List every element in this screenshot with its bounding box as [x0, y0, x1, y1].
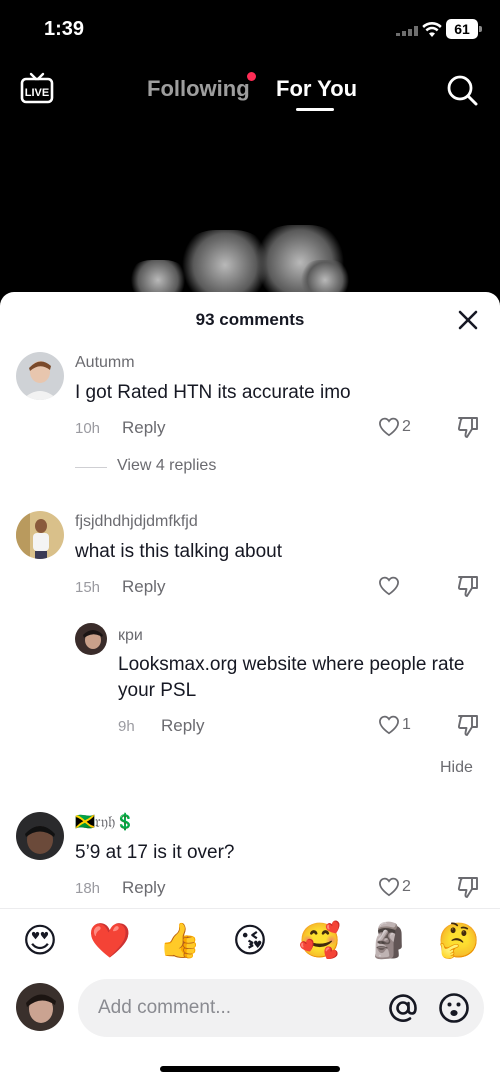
heart-icon [379, 715, 399, 735]
like-button[interactable]: 1 [378, 715, 418, 737]
comment-input[interactable] [98, 979, 388, 1037]
comment-text: Looksmax.org website where people rate y… [118, 654, 465, 701]
comment-time: 9h [118, 718, 135, 735]
comment-text: 5’9 at 17 is it over? [75, 842, 235, 863]
view-replies-label: View 4 replies [117, 457, 217, 474]
like-button[interactable]: 2 [378, 877, 418, 899]
reply-button[interactable]: Reply [122, 577, 165, 597]
comment-text: I got Rated HTN its accurate imo [75, 382, 351, 403]
comment-username[interactable]: Autumm [75, 354, 135, 372]
comment-username[interactable]: fjsjdhdhjdjdmfkfjd [75, 513, 198, 531]
avatar[interactable] [16, 812, 64, 860]
like-count: 1 [402, 716, 411, 733]
emoji-thinking[interactable]: 🤔 [437, 921, 481, 961]
dislike-icon[interactable] [456, 415, 480, 439]
live-label: LIVE [25, 87, 49, 99]
like-button[interactable]: 2 [378, 417, 418, 439]
avatar[interactable] [16, 511, 64, 559]
emoji-picker-icon[interactable] [438, 992, 470, 1024]
like-count: 2 [402, 418, 411, 435]
wifi-icon [422, 22, 442, 37]
live-tv-icon[interactable]: LIVE [20, 72, 54, 104]
dislike-icon[interactable] [456, 875, 480, 899]
battery-icon: 61 [446, 19, 482, 39]
reply-button[interactable]: Reply [122, 878, 165, 898]
emoji-thumbs-up[interactable]: 👍 [158, 921, 202, 961]
reply-button[interactable]: Reply [122, 418, 165, 438]
comment-input-container [78, 979, 484, 1037]
comment-username[interactable]: кри [118, 627, 143, 645]
cellular-signal-icon [396, 26, 418, 36]
active-tab-indicator [296, 108, 334, 111]
reply-button[interactable]: Reply [161, 716, 204, 736]
emoji-red-heart[interactable]: ❤️ [88, 921, 132, 961]
emoji-quick-bar: 😍 ❤️ 👍 😘 🥰 🗿 🤔 [0, 908, 500, 974]
comment-time: 10h [75, 420, 101, 437]
heart-icon [379, 417, 399, 437]
like-count: 2 [402, 878, 411, 895]
view-replies-button[interactable]: View 4 replies [75, 457, 275, 479]
avatar[interactable] [75, 623, 107, 655]
top-nav: LIVE Following For You [0, 60, 500, 120]
notification-dot [247, 72, 256, 81]
emoji-moai[interactable]: 🗿 [367, 921, 411, 961]
emoji-heart-eyes[interactable]: 😍 [18, 921, 62, 961]
tab-for-you[interactable]: For You [276, 76, 357, 102]
avatar[interactable] [16, 352, 64, 400]
status-time: 1:39 [44, 18, 85, 40]
home-indicator [160, 1066, 340, 1072]
tab-following[interactable]: Following [147, 76, 250, 102]
hide-replies-button[interactable]: Hide [440, 759, 473, 777]
mention-icon[interactable] [388, 993, 418, 1023]
comment-text: what is this talking about [75, 541, 283, 562]
battery-level: 61 [446, 19, 478, 39]
comment-input-bar [0, 975, 500, 1083]
dislike-icon[interactable] [456, 574, 480, 598]
search-icon[interactable] [446, 74, 478, 106]
video-player[interactable] [0, 120, 500, 300]
like-button[interactable] [378, 576, 418, 598]
comment-username[interactable]: 🇯🇲𝔯𝔶𝔥💲 [75, 812, 135, 832]
close-icon[interactable] [456, 308, 480, 332]
emoji-smiling-hearts[interactable]: 🥰 [298, 921, 342, 961]
status-bar: 1:39 61 [0, 0, 500, 58]
comment-time: 18h [75, 880, 101, 897]
dislike-icon[interactable] [456, 713, 480, 737]
current-user-avatar[interactable] [16, 983, 64, 1031]
heart-icon [379, 877, 399, 897]
comments-count-title: 93 comments [195, 310, 305, 329]
emoji-kiss[interactable]: 😘 [228, 921, 272, 961]
comment-time: 15h [75, 579, 101, 596]
heart-icon [379, 576, 399, 596]
